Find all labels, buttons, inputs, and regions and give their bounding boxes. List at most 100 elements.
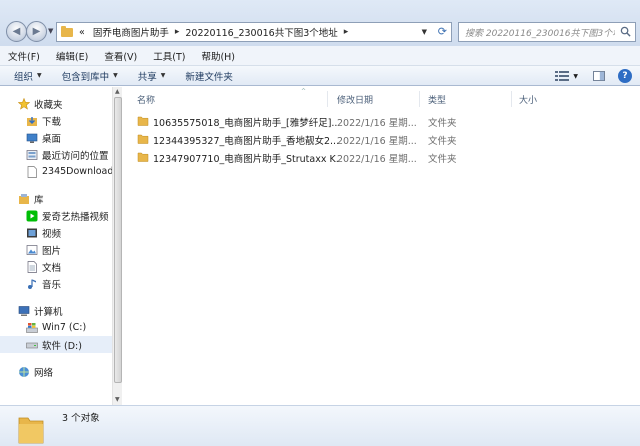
sidebar-section-label: 收藏夹: [34, 99, 63, 111]
windows-drive-icon: [26, 322, 38, 334]
folder-icon: [61, 25, 73, 37]
music-note-icon: [26, 278, 38, 290]
sidebar-item-label: 视频: [42, 228, 62, 240]
column-header-name[interactable]: 名称: [137, 93, 155, 106]
sidebar-item-documents[interactable]: 文档: [0, 258, 112, 275]
new-folder-button[interactable]: 新建文件夹: [173, 69, 241, 83]
sort-indicator-icon: ^: [301, 88, 307, 95]
column-header-size[interactable]: 大小: [519, 93, 537, 106]
breadcrumb-item[interactable]: 20220116_230016共下图3个地址: [185, 25, 337, 39]
navigation-pane: 收藏夹 下载 桌面 最近访问的位置 2345Downloads 库 爱奇艺热播视…: [0, 87, 112, 405]
scrollbar-thumb[interactable]: [114, 97, 122, 383]
scroll-down-icon[interactable]: ▼: [115, 396, 120, 403]
menu-help[interactable]: 帮助(H): [193, 49, 243, 63]
breadcrumb-overflow[interactable]: «: [79, 27, 85, 38]
sidebar-item-2345downloads[interactable]: 2345Downloads: [0, 163, 112, 180]
chevron-down-icon: ▼: [160, 72, 166, 79]
new-folder-label: 新建文件夹: [185, 71, 233, 83]
sidebar-item-label: 音乐: [42, 279, 62, 291]
sidebar-item-label: 下载: [42, 116, 62, 128]
address-bar[interactable]: « 固乔电商图片助手 ▸ 20220116_230016共下图3个地址 ▸ ▼ …: [56, 22, 452, 42]
column-header-type[interactable]: 类型: [428, 93, 446, 106]
recent-pages-dropdown-icon[interactable]: ▼: [48, 27, 53, 35]
preview-pane-icon[interactable]: [592, 71, 606, 81]
sidebar-section-favorites[interactable]: 收藏夹: [0, 95, 112, 112]
chevron-down-icon: ▼: [37, 72, 42, 79]
breadcrumb-item[interactable]: 固乔电商图片助手: [93, 25, 169, 39]
library-icon: [18, 193, 30, 205]
sidebar-section-label: 网络: [34, 367, 54, 379]
column-header-date[interactable]: 修改日期: [337, 93, 373, 106]
menu-bar: 文件(F) 编辑(E) 查看(V) 工具(T) 帮助(H): [0, 46, 640, 66]
breadcrumb-chevron-icon[interactable]: ▸: [344, 27, 349, 37]
sidebar-item-label: 2345Downloads: [42, 166, 112, 177]
sidebar-section-label: 库: [34, 194, 44, 206]
menu-edit[interactable]: 编辑(E): [48, 49, 96, 63]
sidebar-item-recent-places[interactable]: 最近访问的位置: [0, 146, 112, 163]
sidebar-item-iqiyi-videos[interactable]: 爱奇艺热播视频: [0, 207, 112, 224]
help-icon[interactable]: ?: [618, 69, 632, 83]
chevron-down-icon: ▼: [113, 72, 118, 79]
file-name: 10635575018_电商图片助手_[雅梦纤足]...: [153, 118, 339, 129]
sidebar-section-network[interactable]: 网络: [0, 363, 112, 380]
back-arrow-icon[interactable]: ◀: [6, 21, 27, 42]
download-folder-icon: [26, 115, 38, 127]
video-icon: [26, 227, 38, 239]
address-row: ◀ ▶ ▼ « 固乔电商图片助手 ▸ 20220116_230016共下图3个地…: [0, 0, 640, 46]
details-pane: 3 个对象: [0, 405, 640, 446]
sidebar-item-drive-c[interactable]: Win7 (C:): [0, 319, 112, 336]
sidebar-item-music[interactable]: 音乐: [0, 275, 112, 292]
sidebar-section-computer[interactable]: 计算机: [0, 302, 112, 319]
breadcrumb-chevron-icon[interactable]: ▸: [175, 27, 180, 37]
include-in-library-label: 包含到库中: [61, 71, 110, 83]
refresh-icon[interactable]: ⟳: [438, 25, 447, 38]
desktop-icon: [26, 132, 38, 144]
address-dropdown-icon[interactable]: ▼: [422, 28, 427, 36]
picture-icon: [26, 244, 38, 256]
sidebar-item-videos[interactable]: 视频: [0, 224, 112, 241]
sidebar-item-label: 文档: [42, 262, 62, 274]
table-row[interactable]: 10635575018_电商图片助手_[雅梦纤足]... 2022/1/16 星…: [137, 113, 627, 129]
column-divider[interactable]: [511, 91, 512, 107]
table-row[interactable]: 12347907710_电商图片助手_Strutaxx K... 2022/1/…: [137, 149, 627, 165]
sidebar-section-libraries[interactable]: 库: [0, 190, 112, 207]
star-icon: [18, 97, 30, 110]
sidebar-item-pictures[interactable]: 图片: [0, 241, 112, 258]
sidebar-item-desktop[interactable]: 桌面: [0, 129, 112, 146]
search-icon[interactable]: [620, 26, 631, 37]
file-list: ^ 名称 修改日期 类型 大小 10635575018_电商图片助手_[雅梦纤足…: [123, 87, 640, 405]
menu-view[interactable]: 查看(V): [96, 49, 145, 63]
column-headers: ^ 名称 修改日期 类型 大小: [123, 88, 640, 107]
sidebar-item-label: Win7 (C:): [42, 322, 87, 333]
file-date: 2022/1/16 星期...: [337, 136, 417, 147]
forward-arrow-icon[interactable]: ▶: [26, 21, 47, 42]
chevron-down-icon[interactable]: ▼: [573, 73, 578, 80]
search-input[interactable]: 搜索 20220116_230016共下图3个地址: [458, 22, 636, 42]
view-options-icon[interactable]: [555, 71, 570, 81]
organize-label: 组织: [14, 71, 34, 83]
sidebar-item-label: 图片: [42, 245, 62, 257]
drive-icon: [26, 339, 38, 351]
organize-button[interactable]: 组织 ▼: [0, 69, 50, 83]
file-date: 2022/1/16 星期...: [337, 118, 417, 129]
column-divider[interactable]: [327, 91, 328, 107]
table-row[interactable]: 12344395327_电商图片助手_香地靓女2... 2022/1/16 星期…: [137, 131, 627, 147]
column-divider[interactable]: [419, 91, 420, 107]
menu-file[interactable]: 文件(F): [0, 49, 48, 63]
file-type: 文件夹: [428, 118, 457, 129]
sidebar-item-label: 最近访问的位置: [42, 150, 109, 162]
sidebar-scrollbar[interactable]: ▲ ▼: [112, 87, 122, 405]
iqiyi-icon: [26, 210, 38, 222]
file-icon: [26, 165, 38, 178]
toolbar-right-group: ▼ ?: [551, 66, 640, 86]
menu-tools[interactable]: 工具(T): [145, 49, 193, 63]
sidebar-item-drive-d[interactable]: 软件 (D:): [0, 336, 112, 353]
scroll-up-icon[interactable]: ▲: [115, 88, 120, 95]
sidebar-section-label: 计算机: [34, 306, 63, 318]
search-placeholder: 搜索 20220116_230016共下图3个地址: [465, 28, 615, 39]
sidebar-item-label: 软件 (D:): [42, 340, 82, 352]
include-in-library-button[interactable]: 包含到库中 ▼: [50, 69, 126, 83]
sidebar-item-downloads[interactable]: 下载: [0, 112, 112, 129]
folder-icon: [137, 151, 149, 163]
share-button[interactable]: 共享 ▼: [126, 69, 174, 83]
